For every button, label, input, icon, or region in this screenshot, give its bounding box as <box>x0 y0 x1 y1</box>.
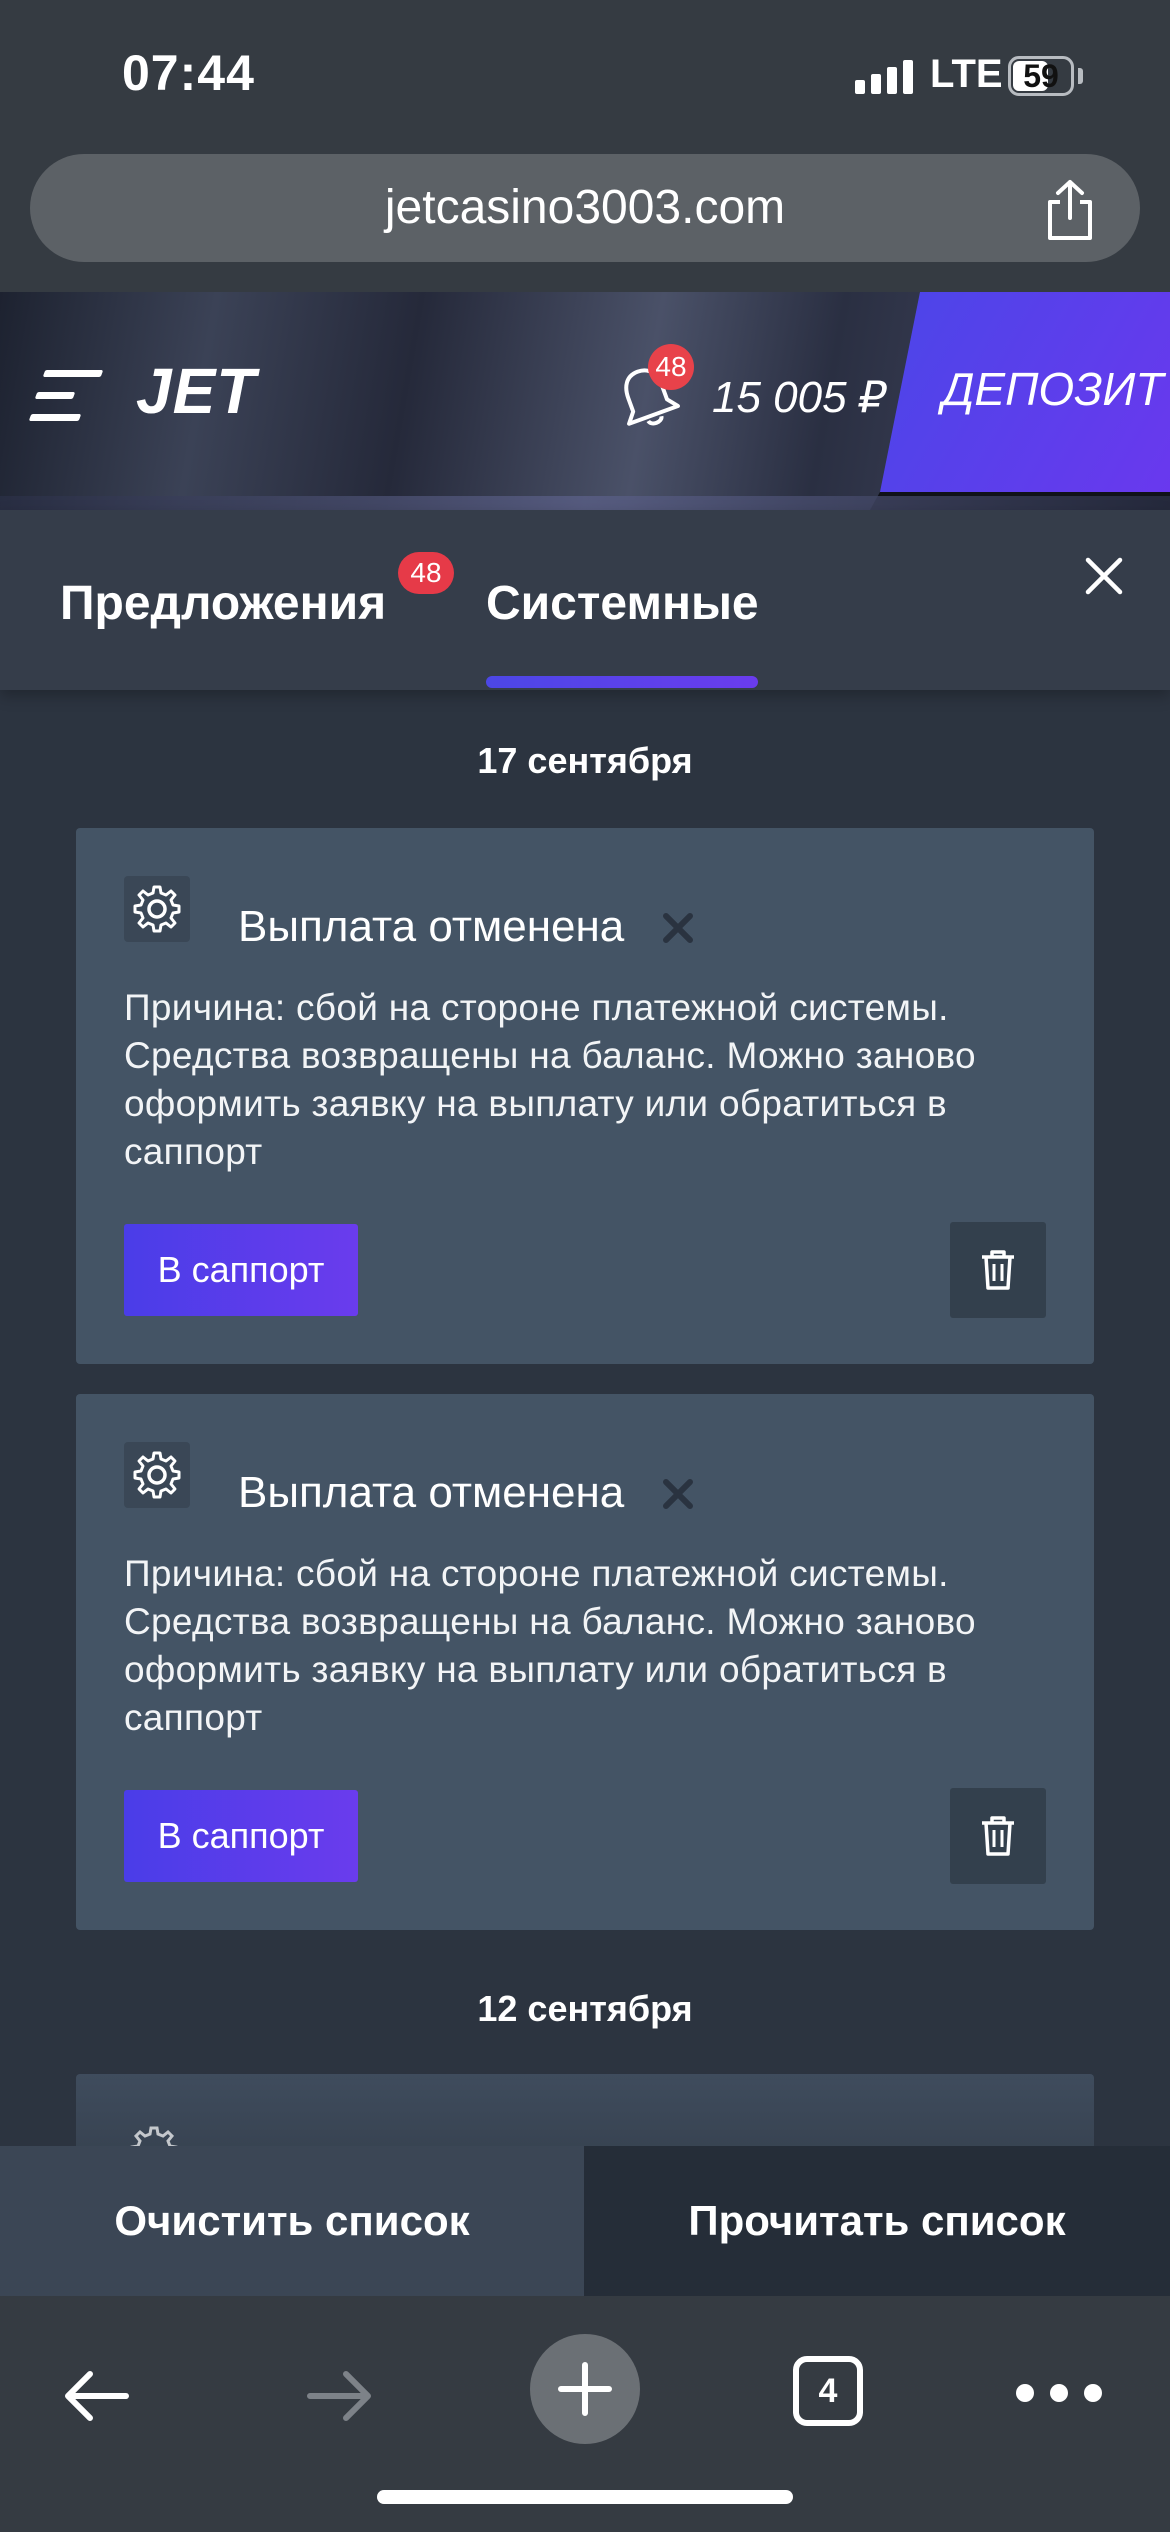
list-actions: Очистить список Прочитать список <box>0 2146 1170 2296</box>
share-icon[interactable] <box>1040 178 1100 242</box>
site-logo[interactable]: JET <box>136 354 256 428</box>
address-bar[interactable]: jetcasino3003.com <box>30 154 1140 262</box>
deposit-button[interactable]: ДЕПОЗИТ <box>880 292 1170 492</box>
notification-card: Выплата отменена Причина: сбой на сторон… <box>76 1394 1094 1930</box>
battery-icon: 59 <box>1008 56 1074 96</box>
date-header: 12 сентября <box>477 1988 693 2029</box>
notification-title: Выплата отменена <box>238 1468 625 1517</box>
notification-body: Причина: сбой на стороне платежной систе… <box>124 987 976 1172</box>
offers-count-badge: 48 <box>398 552 454 594</box>
trash-icon <box>982 1250 1014 1290</box>
settings-icon <box>124 1442 190 1508</box>
plus-icon <box>558 2362 612 2416</box>
more-icon[interactable] <box>1016 2384 1102 2402</box>
back-icon[interactable] <box>56 2356 136 2436</box>
status-bar: 07:44 LTE 59 <box>0 0 1170 150</box>
date-header: 17 сентября <box>477 740 693 781</box>
read-list-button[interactable]: Прочитать список <box>584 2146 1170 2296</box>
status-time: 07:44 <box>122 45 255 101</box>
support-button[interactable]: В саппорт <box>124 1790 358 1882</box>
trash-icon <box>982 1816 1014 1856</box>
new-tab-button[interactable] <box>530 2334 640 2444</box>
notification-tabs: Предложения 48 Системные <box>0 510 1170 690</box>
signal-icon <box>855 60 913 94</box>
header-stripe <box>0 496 1170 510</box>
home-indicator <box>377 2490 793 2504</box>
tabs-button[interactable]: 4 <box>793 2356 863 2426</box>
forward-icon[interactable] <box>300 2356 380 2436</box>
network-type: LTE <box>930 52 1003 96</box>
delete-button[interactable] <box>950 1788 1046 1884</box>
delete-button[interactable] <box>950 1222 1046 1318</box>
deposit-label: ДЕПОЗИТ <box>942 363 1164 415</box>
notification-card: Выплата отменена Причина: сбой на сторон… <box>76 828 1094 1364</box>
balance: 15 005 ₽ <box>712 373 887 422</box>
notification-badge: 48 <box>648 344 694 390</box>
notification-title: Выплата отменена <box>238 902 625 951</box>
url-text: jetcasino3003.com <box>384 181 786 234</box>
close-icon[interactable] <box>1080 552 1128 600</box>
tab-system[interactable]: Системные <box>486 576 759 631</box>
notification-body: Причина: сбой на стороне платежной систе… <box>124 1553 976 1738</box>
settings-icon <box>124 876 190 942</box>
tab-offers[interactable]: Предложения <box>60 576 386 631</box>
cancelled-x-icon <box>663 913 693 943</box>
site-header: JET 48 15 005 ₽ ДЕПОЗИТ <box>0 292 1170 510</box>
clear-list-button[interactable]: Очистить список <box>0 2146 584 2296</box>
battery-level: 59 <box>1023 57 1059 94</box>
browser-address-area: jetcasino3003.com <box>0 150 1170 292</box>
menu-icon[interactable] <box>28 366 104 424</box>
active-tab-indicator <box>486 676 758 688</box>
cancelled-x-icon <box>663 1479 693 1509</box>
support-button[interactable]: В саппорт <box>124 1224 358 1316</box>
battery-nub <box>1078 68 1083 84</box>
